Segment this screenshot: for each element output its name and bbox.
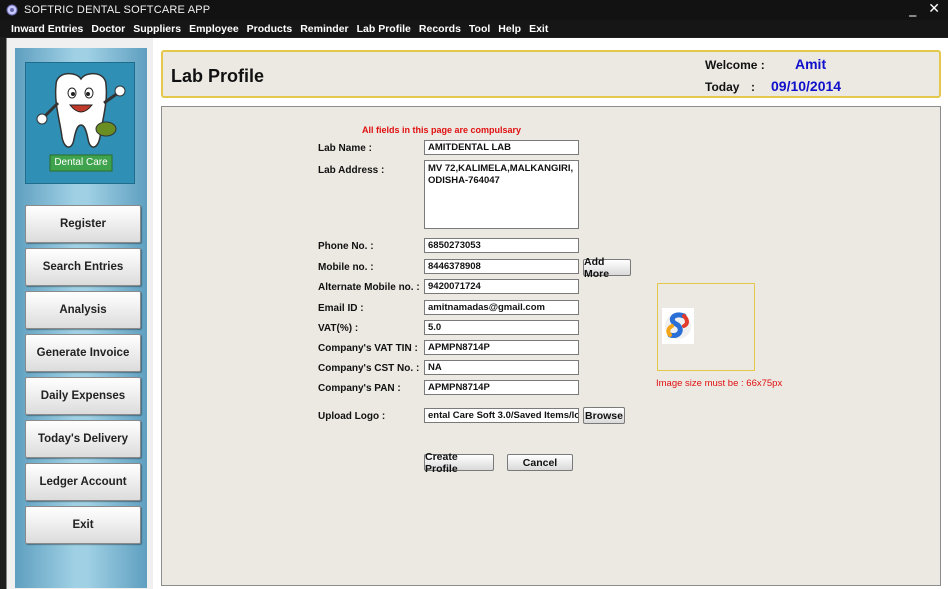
today-label: Today <box>705 80 740 94</box>
daily-expenses-button[interactable]: Daily Expenses <box>25 377 141 415</box>
menu-records[interactable]: Records <box>415 23 465 35</box>
vat-tin-input[interactable]: APMPN8714P <box>424 340 579 355</box>
app-icon <box>6 4 18 16</box>
browse-button[interactable]: Browse <box>583 407 625 424</box>
logo-preview-frame <box>657 283 755 371</box>
lab-address-textarea[interactable]: MV 72,KALIMELA,MALKANGIRI, ODISHA-764047 <box>424 160 579 229</box>
header-panel: Lab Profile Welcome : Amit Today : 09/10… <box>161 50 941 98</box>
phone-label: Phone No. : <box>318 241 374 252</box>
menu-inward-entries[interactable]: Inward Entries <box>7 23 87 35</box>
ledger-account-button[interactable]: Ledger Account <box>25 463 141 501</box>
menu-suppliers[interactable]: Suppliers <box>129 23 185 35</box>
vat-tin-label: Company's VAT TIN : <box>318 343 418 354</box>
logo-preview-image <box>662 308 694 344</box>
pan-label: Company's PAN : <box>318 383 401 394</box>
alt-mobile-input[interactable]: 9420071724 <box>424 279 579 294</box>
minimize-icon[interactable]: _ <box>909 1 916 17</box>
close-icon[interactable]: ✕ <box>928 1 940 17</box>
pan-input[interactable]: APMPN8714P <box>424 380 579 395</box>
email-input[interactable]: amitnamadas@gmail.com <box>424 300 579 315</box>
menu-doctor[interactable]: Doctor <box>87 23 129 35</box>
image-size-note: Image size must be : 66x75px <box>656 378 783 389</box>
vat-input[interactable]: 5.0 <box>424 320 579 335</box>
search-entries-button[interactable]: Search Entries <box>25 248 141 286</box>
add-more-button[interactable]: Add More <box>583 256 631 280</box>
analysis-button[interactable]: Analysis <box>25 291 141 329</box>
content-area: Lab Profile Welcome : Amit Today : 09/10… <box>153 38 948 589</box>
vat-label: VAT(%) : <box>318 323 359 334</box>
cancel-button[interactable]: Cancel <box>507 454 573 471</box>
alt-mobile-label: Alternate Mobile no. : <box>318 282 420 293</box>
menu-bar: Inward Entries Doctor Suppliers Employee… <box>0 20 948 37</box>
app-client-area: Dental Care Register Search Entries Anal… <box>6 38 948 589</box>
exit-button[interactable]: Exit <box>25 506 141 544</box>
upload-path-input[interactable]: ental Care Soft 3.0/Saved Items/lo.png <box>424 408 579 423</box>
page-title: Lab Profile <box>171 66 265 86</box>
lab-name-input[interactable]: AMITDENTAL LAB <box>424 140 579 155</box>
sidebar: Dental Care Register Search Entries Anal… <box>15 48 147 588</box>
dental-care-logo: Dental Care <box>25 62 135 184</box>
menu-tool[interactable]: Tool <box>465 23 494 35</box>
upload-logo-label: Upload Logo : <box>318 411 386 422</box>
todays-delivery-button[interactable]: Today's Delivery <box>25 420 141 458</box>
email-label: Email ID : <box>318 303 364 314</box>
cst-input[interactable]: NA <box>424 360 579 375</box>
lab-address-label: Lab Address : <box>318 165 385 176</box>
create-profile-button[interactable]: Create Profile <box>424 451 494 475</box>
lab-profile-form: All fields in this page are compulsary L… <box>161 106 941 586</box>
window-titlebar: SOFTRIC DENTAL SOFTCARE APP _ ✕ <box>0 0 948 20</box>
today-date: 09/10/2014 <box>771 78 842 94</box>
today-colon: : <box>751 80 755 94</box>
welcome-user: Amit <box>795 56 827 72</box>
logo-text: Dental Care <box>54 157 108 168</box>
lab-name-label: Lab Name : <box>318 143 372 154</box>
menu-exit[interactable]: Exit <box>525 23 552 35</box>
cst-label: Company's CST No. : <box>318 363 420 374</box>
company-logo-icon <box>665 312 691 339</box>
menu-products[interactable]: Products <box>243 23 297 35</box>
window-title: SOFTRIC DENTAL SOFTCARE APP <box>24 4 211 16</box>
menu-lab-profile[interactable]: Lab Profile <box>353 23 415 35</box>
welcome-label: Welcome : <box>705 58 765 72</box>
mobile-label: Mobile no. : <box>318 262 374 273</box>
menu-help[interactable]: Help <box>494 23 525 35</box>
mobile-input[interactable]: 8446378908 <box>424 259 579 274</box>
phone-input[interactable]: 6850273053 <box>424 238 579 253</box>
generate-invoice-button[interactable]: Generate Invoice <box>25 334 141 372</box>
compulsory-note: All fields in this page are compulsary <box>362 125 522 135</box>
register-button[interactable]: Register <box>25 205 141 243</box>
menu-reminder[interactable]: Reminder <box>296 23 352 35</box>
menu-employee[interactable]: Employee <box>185 23 243 35</box>
